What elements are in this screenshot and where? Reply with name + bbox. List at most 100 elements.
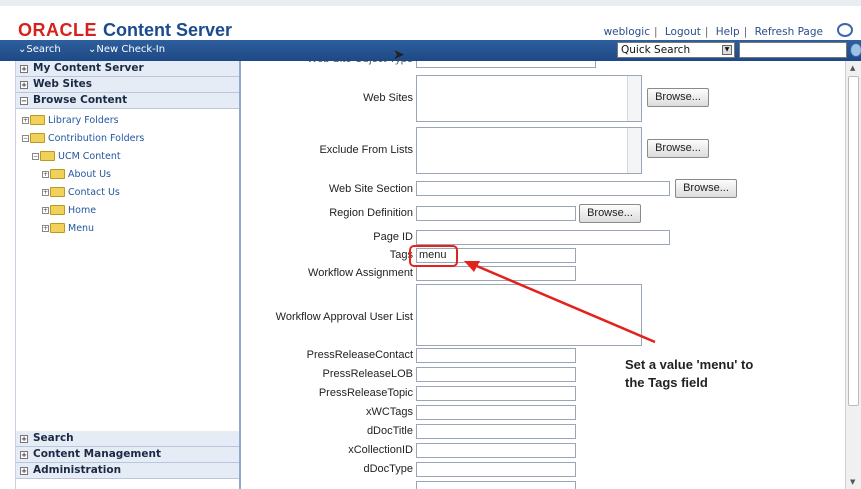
header: ORACLE Content Server weblogic | Logout | H… (0, 0, 861, 40)
page-scrollbar[interactable]: ▲ ▼ (845, 61, 861, 489)
sidebar-content-management[interactable]: + Content Management (16, 447, 239, 463)
expand-icon[interactable]: + (20, 80, 28, 89)
expand-icon[interactable]: + (42, 170, 49, 178)
page-id-field[interactable] (416, 230, 670, 245)
nav-bar: ⌄Search ⌄New Check-In Quick Search ▼ (0, 40, 861, 61)
workflow-assignment-field[interactable] (416, 266, 576, 281)
web-site-section-field[interactable] (416, 181, 670, 196)
scroll-up-arrow-icon[interactable]: ▲ (850, 64, 855, 72)
sidebar: + My Content Server + Web Sites − Browse Co… (15, 61, 241, 489)
top-links: weblogic | Logout | Help | Refresh Page (603, 26, 823, 38)
expand-icon[interactable]: + (42, 224, 49, 232)
xwctags-label: xWCTags (365, 406, 413, 418)
exclude-from-lists-label: Exclude From Lists (319, 144, 413, 156)
quick-search-value: Quick Search (621, 44, 691, 56)
tree-item-library-folders[interactable]: + Library Folders (22, 111, 239, 129)
tags-label: Tags (389, 249, 413, 261)
help-link[interactable]: Help (716, 26, 740, 38)
mouse-cursor-icon: ➤ (393, 47, 405, 63)
tags-highlight-box (409, 245, 458, 267)
annotation-line-1: Set a value 'menu' to (625, 357, 754, 372)
scrollbar[interactable] (627, 128, 641, 173)
scroll-thumb[interactable] (848, 76, 859, 406)
region-definition-label: Region Definition (329, 207, 413, 219)
quick-search-input[interactable] (739, 42, 847, 58)
workflow-assignment-label: Workflow Assignment (308, 267, 413, 279)
sidebar-browse-content[interactable]: − Browse Content (16, 93, 239, 109)
checkin-form: Web Site Object Type Web Sites Browse...… (243, 61, 845, 489)
logo-product-text: Content Server (103, 20, 233, 40)
collapse-icon[interactable]: − (22, 134, 29, 142)
sidebar-web-sites[interactable]: + Web Sites (16, 77, 239, 93)
folder-icon (50, 187, 65, 197)
folder-open-icon (40, 151, 55, 161)
expand-icon[interactable]: + (42, 206, 49, 214)
press-release-contact-field[interactable] (416, 348, 576, 363)
web-site-object-type-field[interactable] (416, 61, 596, 68)
ddoctype-field[interactable] (416, 462, 576, 477)
expand-icon[interactable]: + (20, 64, 28, 73)
web-sites-textarea[interactable] (416, 75, 642, 122)
search-go-icon[interactable] (850, 43, 861, 57)
ddoctitle-field[interactable] (416, 424, 576, 439)
next-field-partial[interactable] (416, 481, 576, 489)
ddoctype-label: dDocType (363, 463, 413, 475)
folder-icon (30, 133, 45, 143)
user-link[interactable]: weblogic (604, 26, 650, 38)
exclude-from-lists-browse-button[interactable]: Browse... (647, 139, 709, 158)
sidebar-my-content-server[interactable]: + My Content Server (16, 61, 239, 77)
sidebar-bottom: + Search + Content Management + Administrat… (16, 431, 239, 479)
press-release-topic-label: PressReleaseTopic (318, 387, 413, 399)
expand-icon[interactable]: + (20, 466, 28, 475)
folder-icon (50, 223, 65, 233)
workflow-approval-user-list-textarea[interactable] (416, 284, 642, 346)
ddoctitle-label: dDocTitle (366, 425, 413, 437)
folder-icon (50, 205, 65, 215)
tree-item-menu[interactable]: + Menu (22, 219, 239, 237)
expand-icon[interactable]: + (20, 434, 28, 443)
xwctags-field[interactable] (416, 405, 576, 420)
collapse-icon[interactable]: − (32, 152, 39, 160)
workflow-approval-user-list-label: Workflow Approval User List (275, 311, 413, 323)
collapse-icon[interactable]: − (20, 96, 28, 105)
region-definition-field[interactable] (416, 206, 576, 221)
sidebar-administration[interactable]: + Administration (16, 463, 239, 479)
tree-item-contact-us[interactable]: + Contact Us (22, 183, 239, 201)
web-sites-browse-button[interactable]: Browse... (647, 88, 709, 107)
folder-icon (30, 115, 45, 125)
xcollectionid-label: xCollectionID (348, 444, 413, 456)
press-release-lob-field[interactable] (416, 367, 576, 382)
oracle-logo: ORACLE Content Server (18, 20, 232, 41)
folder-icon (50, 169, 65, 179)
tree-item-home[interactable]: + Home (22, 201, 239, 219)
dropdown-arrow-icon[interactable]: ▼ (722, 45, 732, 55)
press-release-contact-label: PressReleaseContact (306, 349, 413, 361)
quick-search-select[interactable]: Quick Search ▼ (617, 42, 735, 58)
expand-icon[interactable]: + (42, 188, 49, 196)
new-checkin-menu[interactable]: ⌄New Check-In (88, 44, 165, 55)
page-id-label: Page ID (373, 231, 413, 243)
sidebar-search[interactable]: + Search (16, 431, 239, 447)
xcollectionid-field[interactable] (416, 443, 576, 458)
expand-icon[interactable]: + (22, 116, 29, 124)
help-circle-icon[interactable] (837, 23, 853, 37)
web-site-section-browse-button[interactable]: Browse... (675, 179, 737, 198)
region-definition-browse-button[interactable]: Browse... (579, 204, 641, 223)
tree-item-about-us[interactable]: + About Us (22, 165, 239, 183)
expand-icon[interactable]: + (20, 450, 28, 459)
logout-link[interactable]: Logout (665, 26, 701, 38)
press-release-lob-label: PressReleaseLOB (322, 368, 414, 380)
press-release-topic-field[interactable] (416, 386, 576, 401)
web-sites-label: Web Sites (363, 92, 413, 104)
exclude-from-lists-textarea[interactable] (416, 127, 642, 174)
annotation-line-2: the Tags field (625, 375, 708, 390)
refresh-page-link[interactable]: Refresh Page (755, 26, 823, 38)
tree-item-contribution-folders[interactable]: − Contribution Folders (22, 129, 239, 147)
scrollbar[interactable] (627, 76, 641, 121)
tree-item-ucm-content[interactable]: − UCM Content (22, 147, 239, 165)
scroll-down-arrow-icon[interactable]: ▼ (850, 478, 855, 486)
web-site-section-label: Web Site Section (328, 183, 413, 195)
search-menu[interactable]: ⌄Search (18, 44, 61, 55)
annotation-note: Set a value 'menu' to the Tags field (625, 356, 753, 392)
folder-tree: + Library Folders − Contribution Folders −… (16, 109, 239, 237)
